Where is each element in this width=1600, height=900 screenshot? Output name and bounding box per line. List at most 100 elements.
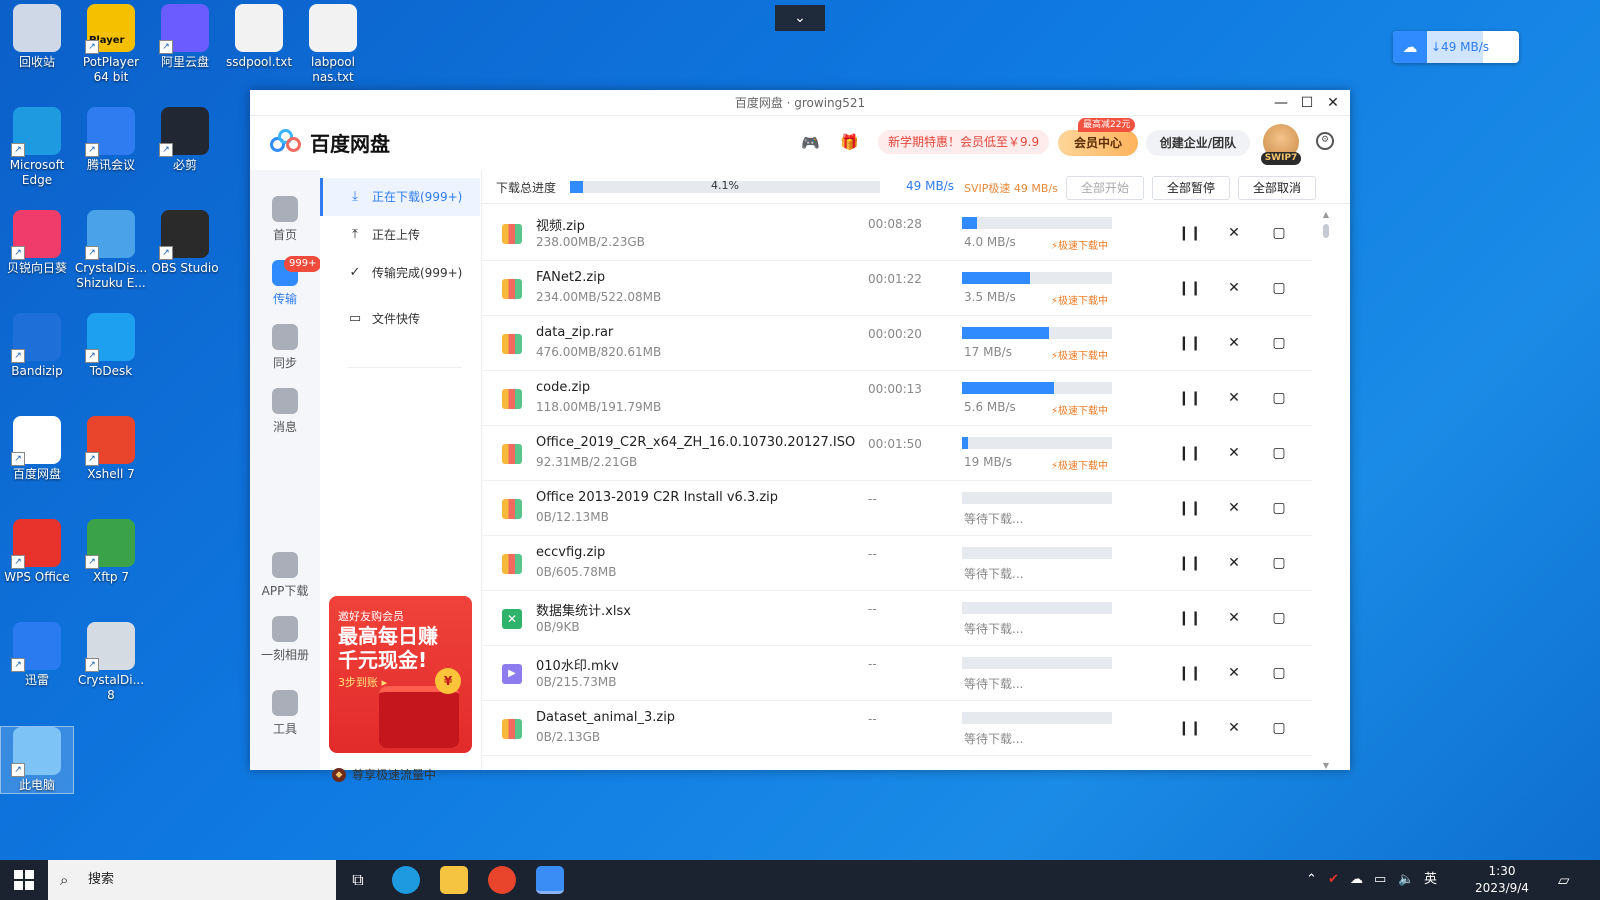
rail-item-sync[interactable]: 同步 (250, 324, 320, 371)
chevron-down-icon[interactable]: ⌄ (775, 5, 825, 31)
download-row[interactable]: code.zip 118.00MB/191.79MB 00:00:13 5.6 MB/… (482, 371, 1312, 426)
gift-icon[interactable]: 🎁 (840, 133, 859, 151)
desktop-icon[interactable]: ↗ Bandizip (0, 313, 74, 379)
subnav-item-completed[interactable]: ✓ 传输完成(999+) (320, 254, 480, 292)
subnav-item-uploading[interactable]: ⤒ 正在上传 (320, 216, 480, 254)
rail-item-cloud[interactable]: 首页 (250, 196, 320, 243)
desktop-icon[interactable]: ssdpool.txt (222, 4, 296, 70)
download-row[interactable]: FANet2.zip 234.00MB/522.08MB 00:01:22 3.5 M… (482, 261, 1312, 316)
windows-start-icon[interactable] (14, 870, 34, 890)
open-folder-icon[interactable]: ▢ (1268, 277, 1290, 299)
rail-item-app[interactable]: APP下载 (250, 552, 320, 599)
pause-icon[interactable]: ❙❙ (1178, 222, 1201, 244)
cancel-icon[interactable]: ✕ (1223, 277, 1245, 299)
ime-indicator[interactable]: 英 (1424, 860, 1437, 900)
desktop-icon[interactable]: ↗ OBS Studio (148, 210, 222, 276)
file-explorer-taskbar-icon[interactable] (440, 866, 468, 894)
game-icon[interactable]: 🎮 (801, 134, 820, 152)
start-all-button[interactable]: 全部开始 (1066, 176, 1144, 200)
scroll-down-icon[interactable]: ▼ (1322, 761, 1330, 770)
desktop-icon[interactable]: ↗ Xshell 7 (74, 416, 148, 482)
desktop-icon[interactable]: ↗ 百度网盘 (0, 416, 74, 482)
desktop-icon[interactable]: labpool nas.txt (296, 4, 370, 85)
desktop-icon[interactable]: 回收站 (0, 4, 74, 70)
desktop-icon[interactable]: ↗ 此电脑 (0, 726, 74, 794)
network-icon[interactable]: ▭ (1374, 860, 1386, 900)
pause-icon[interactable]: ❙❙ (1178, 662, 1201, 684)
cancel-all-button[interactable]: 全部取消 (1238, 176, 1316, 200)
pause-icon[interactable]: ❙❙ (1178, 277, 1201, 299)
speed-widget[interactable]: ☁ ↓49 MB/s (1393, 31, 1519, 63)
rail-item-album[interactable]: 一刻相册 (250, 616, 320, 663)
create-enterprise-button[interactable]: 创建企业/团队 (1146, 130, 1250, 156)
cancel-icon[interactable]: ✕ (1223, 387, 1245, 409)
subnav-item-quick-transfer[interactable]: ▭ 文件快传 (320, 300, 480, 338)
download-row[interactable]: 视频.zip 238.00MB/2.23GB 00:08:28 4.0 MB/s ⚡极速… (482, 206, 1312, 261)
open-folder-icon[interactable]: ▢ (1268, 497, 1290, 519)
promo-banner[interactable]: 新学期特惠！会员低至￥9.9 (878, 130, 1050, 154)
cancel-icon[interactable]: ✕ (1223, 497, 1245, 519)
cancel-icon[interactable]: ✕ (1223, 662, 1245, 684)
pause-icon[interactable]: ❙❙ (1178, 717, 1201, 739)
desktop-icon[interactable]: ↗ CrystalDi... 8 (74, 622, 148, 703)
tray-antivirus-icon[interactable]: ✔ (1328, 860, 1339, 900)
cancel-icon[interactable]: ✕ (1223, 552, 1245, 574)
desktop-icon[interactable]: Player ↗ PotPlayer 64 bit (74, 4, 148, 85)
desktop-icon[interactable]: ↗ 腾讯会议 (74, 107, 148, 173)
settings-gear-icon[interactable]: ⚙ (1316, 132, 1334, 150)
scroll-up-icon[interactable]: ▲ (1322, 210, 1330, 219)
cancel-icon[interactable]: ✕ (1223, 222, 1245, 244)
scroll-thumb[interactable] (1323, 224, 1329, 238)
pause-all-button[interactable]: 全部暂停 (1152, 176, 1230, 200)
rail-item-message[interactable]: 消息 (250, 388, 320, 435)
cancel-icon[interactable]: ✕ (1223, 607, 1245, 629)
desktop-icon[interactable]: ↗ 迅雷 (0, 622, 74, 688)
cancel-icon[interactable]: ✕ (1223, 442, 1245, 464)
open-folder-icon[interactable]: ▢ (1268, 222, 1290, 244)
taskbar-search[interactable]: ⌕ 搜索 (48, 860, 336, 900)
notification-icon[interactable]: ▱ (1558, 860, 1570, 900)
pause-icon[interactable]: ❙❙ (1178, 442, 1201, 464)
rail-item-transfer[interactable]: 999+ 传输 (250, 256, 322, 307)
volume-icon[interactable]: 🔈 (1398, 860, 1414, 900)
pause-icon[interactable]: ❙❙ (1178, 332, 1201, 354)
pause-icon[interactable]: ❙❙ (1178, 607, 1201, 629)
vip-center-button[interactable]: 会员中心 (1058, 130, 1138, 156)
edge-taskbar-icon[interactable] (392, 866, 420, 894)
open-folder-icon[interactable]: ▢ (1268, 332, 1290, 354)
desktop-icon[interactable]: ↗ 必剪 (148, 107, 222, 173)
download-row[interactable]: Dataset_animal_3.zip 0B/2.13GB -- 等待下载... ❙❙… (482, 701, 1312, 756)
download-row[interactable]: ✕ 数据集统计.xlsx 0B/9KB -- 等待下载... ❙❙ ✕ ▢ (482, 591, 1312, 646)
pause-icon[interactable]: ❙❙ (1178, 552, 1201, 574)
tray-baidu-pan-icon[interactable]: ☁ (1350, 860, 1363, 900)
download-row[interactable]: Office_2019_C2R_x64_ZH_16.0.10730.20127.… (482, 426, 1312, 481)
desktop-icon[interactable]: ↗ Microsoft Edge (0, 107, 74, 188)
open-folder-icon[interactable]: ▢ (1268, 717, 1290, 739)
open-folder-icon[interactable]: ▢ (1268, 387, 1290, 409)
download-row[interactable]: ▶ 010水印.mkv 0B/215.73MB -- 等待下载... ❙❙ ✕ ▢ (482, 646, 1312, 701)
rail-item-tools[interactable]: 工具 (250, 690, 320, 737)
minimize-button[interactable]: — (1268, 90, 1294, 116)
pause-icon[interactable]: ❙❙ (1178, 387, 1201, 409)
xshell-taskbar-icon[interactable] (488, 866, 516, 894)
close-button[interactable]: ✕ (1320, 90, 1346, 116)
desktop-icon[interactable]: ↗ CrystalDis... Shizuku E... (74, 210, 148, 291)
app-logo[interactable]: 百度网盘 (270, 128, 390, 157)
baidu-pan-taskbar-icon[interactable] (536, 866, 564, 894)
cancel-icon[interactable]: ✕ (1223, 332, 1245, 354)
open-folder-icon[interactable]: ▢ (1268, 552, 1290, 574)
desktop-icon[interactable]: ↗ ToDesk (74, 313, 148, 379)
promo-ad-card[interactable]: 邀好友购会员 最高每日赚 千元现金! 3步到账 ▸ ¥ (329, 596, 472, 753)
download-row[interactable]: data_zip.rar 476.00MB/820.61MB 00:00:20 17 … (482, 316, 1312, 371)
desktop-icon[interactable]: ↗ 贝锐向日葵 (0, 210, 74, 276)
desktop-icon[interactable]: ↗ WPS Office (0, 519, 74, 585)
download-row[interactable]: Office 2013-2019 C2R Install v6.3.zip 0B/… (482, 481, 1312, 536)
scrollbar[interactable]: ▲ ▼ (1322, 210, 1330, 770)
task-view-icon[interactable]: ⧉ (344, 866, 372, 894)
subnav-item-downloading[interactable]: ⤓ 正在下载(999+) (320, 178, 480, 216)
clock[interactable]: 1:30 2023/9/4 (1462, 863, 1542, 897)
open-folder-icon[interactable]: ▢ (1268, 607, 1290, 629)
maximize-button[interactable]: ☐ (1294, 90, 1320, 116)
desktop-icon[interactable]: ↗ 阿里云盘 (148, 4, 222, 70)
tray-chevron-up-icon[interactable]: ⌃ (1306, 860, 1317, 900)
